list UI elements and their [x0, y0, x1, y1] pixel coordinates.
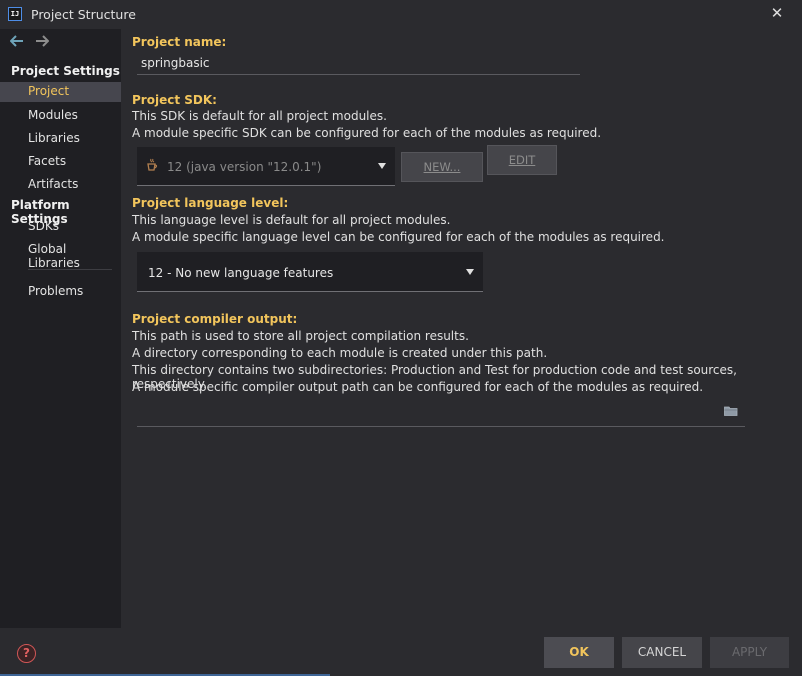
- sidebar-item-project[interactable]: Project: [0, 82, 121, 102]
- chevron-down-icon: [466, 269, 474, 275]
- folder-icon[interactable]: [724, 405, 738, 416]
- project-name-input[interactable]: springbasic: [137, 53, 580, 75]
- language-level-dropdown[interactable]: 12 - No new language features: [137, 252, 483, 292]
- sidebar-item-problems[interactable]: Problems: [28, 284, 83, 298]
- language-level-description: A module specific language level can be …: [132, 230, 665, 244]
- compiler-output-description: This path is used to store all project c…: [132, 329, 469, 343]
- forward-arrow-icon[interactable]: [35, 35, 50, 50]
- dialog-footer: ? OK CANCEL APPLY: [0, 628, 802, 676]
- language-level-label: Project language level:: [132, 196, 289, 210]
- project-sdk-description: This SDK is default for all project modu…: [132, 109, 387, 123]
- compiler-output-description: A directory corresponding to each module…: [132, 346, 548, 360]
- compiler-output-description: A module specific compiler output path c…: [132, 380, 704, 394]
- intellij-app-icon: IJ: [8, 7, 22, 21]
- back-arrow-icon[interactable]: [9, 35, 24, 50]
- compiler-output-label: Project compiler output:: [132, 312, 298, 326]
- project-sdk-dropdown[interactable]: 12 (java version "12.0.1"): [137, 147, 395, 186]
- sidebar-item-modules[interactable]: Modules: [28, 108, 78, 122]
- sidebar-item-facets[interactable]: Facets: [28, 154, 66, 168]
- project-sdk-label: Project SDK:: [132, 93, 217, 107]
- ok-button[interactable]: OK: [544, 637, 614, 668]
- java-cup-icon: [146, 158, 158, 176]
- sidebar-item-artifacts[interactable]: Artifacts: [28, 177, 78, 191]
- project-settings-panel: Project name: springbasic Project SDK: T…: [121, 29, 802, 628]
- sidebar-item-libraries[interactable]: Libraries: [28, 131, 80, 145]
- compiler-output-input[interactable]: [137, 405, 745, 427]
- sidebar-item-label: Project: [28, 84, 70, 98]
- new-sdk-button[interactable]: NEW...: [401, 152, 483, 182]
- help-icon[interactable]: ?: [17, 644, 36, 663]
- project-name-value: springbasic: [141, 56, 210, 70]
- project-settings-heading: Project Settings: [11, 64, 120, 78]
- title-bar: IJ Project Structure ✕: [0, 0, 802, 29]
- project-sdk-description: A module specific SDK can be configured …: [132, 126, 602, 140]
- sidebar: Project Settings Project Modules Librari…: [0, 29, 121, 628]
- sidebar-divider: [28, 269, 112, 270]
- close-icon[interactable]: ✕: [769, 5, 785, 21]
- language-level-description: This language level is default for all p…: [132, 213, 451, 227]
- edit-sdk-button[interactable]: EDIT: [487, 145, 557, 175]
- project-sdk-selected: 12 (java version "12.0.1"): [167, 160, 322, 174]
- cancel-button[interactable]: CANCEL: [622, 637, 702, 668]
- sidebar-item-global-libraries[interactable]: Global Libraries: [28, 242, 121, 270]
- sidebar-item-sdks[interactable]: SDKs: [28, 219, 59, 233]
- project-name-label: Project name:: [132, 35, 227, 49]
- chevron-down-icon: [378, 163, 386, 169]
- window-title: Project Structure: [31, 7, 136, 22]
- language-level-selected: 12 - No new language features: [148, 266, 334, 280]
- apply-button[interactable]: APPLY: [710, 637, 789, 668]
